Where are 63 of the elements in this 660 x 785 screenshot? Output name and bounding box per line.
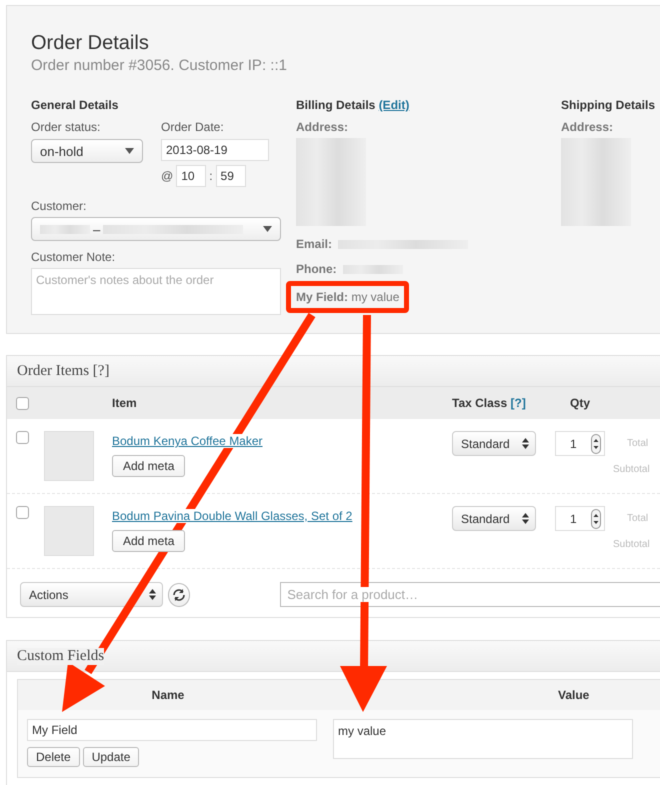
column-header: Item	[112, 396, 138, 410]
time-separator: :	[209, 169, 213, 183]
caret-icon	[125, 148, 134, 154]
panel-title: Custom Fields	[17, 648, 104, 664]
field-name-input[interactable]: My Field	[27, 719, 317, 741]
product-link[interactable]: Bodum Kenya Coffee Maker	[112, 434, 263, 448]
refresh-icon	[172, 588, 186, 602]
section-heading: Shipping Details	[561, 98, 656, 112]
edit-link[interactable]: (Edit)	[378, 98, 410, 112]
email-label: Email:	[296, 237, 332, 251]
checkbox[interactable]	[16, 396, 29, 410]
section-heading: General Details	[31, 98, 120, 112]
subtotal-label: Subtotal	[613, 539, 650, 550]
date-field[interactable]: 2013-08-19	[161, 139, 269, 161]
field-action-button[interactable]: Delete	[27, 747, 80, 767]
total-label: Total	[626, 438, 648, 449]
quantity-field[interactable]: 1	[555, 506, 605, 531]
actions-select[interactable]: Actions	[20, 582, 163, 607]
product-link[interactable]: Bodum Pavina Double Wall Glasses, Set of 2	[112, 509, 352, 523]
product-photo-placeholder	[44, 431, 94, 481]
phone-label: Phone:	[296, 262, 337, 276]
up-down-icon	[522, 513, 529, 524]
subtotal-label: Subtotal	[613, 464, 650, 475]
status-select[interactable]: on-hold	[31, 139, 143, 163]
address-label: Address:	[561, 120, 614, 134]
blurred-block	[342, 264, 403, 274]
customer-select[interactable]: –	[31, 217, 281, 241]
tax-class-select[interactable]: Standard	[452, 506, 536, 531]
add-meta-button[interactable]: Add meta	[112, 455, 186, 477]
column-header: Name	[150, 688, 186, 702]
column-header: Qty	[568, 396, 591, 410]
column-header: Tax Class	[452, 396, 508, 410]
field-label: Customer Note:	[31, 250, 116, 264]
order-subtitle: Order number #3056. Customer IP: ::1	[31, 57, 288, 74]
add-meta-button[interactable]: Add meta	[112, 530, 186, 552]
up-down-icon	[522, 438, 529, 449]
field-label: Customer:	[31, 199, 88, 213]
help-link[interactable]: [?]	[510, 396, 526, 410]
refresh-button[interactable]	[168, 582, 190, 606]
custom-field-text: My Field: my value	[286, 281, 410, 313]
panel-title: Order Items [?]	[17, 362, 110, 380]
product-photo-placeholder	[44, 506, 94, 556]
minute-field[interactable]: 59	[216, 165, 246, 187]
field-value-input[interactable]: my value	[333, 719, 633, 759]
spinner-icon	[591, 434, 601, 454]
tax-class-select[interactable]: Standard	[452, 431, 536, 456]
address-label: Address:	[296, 120, 350, 134]
section-heading: Billing Details (Edit)	[296, 98, 410, 112]
checkbox[interactable]	[16, 506, 29, 519]
field-action-button[interactable]: Update	[82, 747, 140, 767]
panel-title: Order Details	[31, 31, 150, 55]
at-sign: @	[161, 169, 174, 183]
spinner-icon	[591, 508, 601, 528]
caret-icon	[263, 226, 272, 232]
blurred-block	[40, 224, 90, 234]
quantity-field[interactable]: 1	[555, 431, 605, 456]
total-label: Total	[626, 513, 648, 524]
field-label: Order Date:	[161, 120, 225, 134]
checkbox[interactable]	[16, 431, 29, 444]
up-down-icon	[148, 589, 156, 600]
hour-field[interactable]: 10	[176, 165, 206, 187]
field-label: Order status:	[31, 120, 102, 134]
column-header: Value	[558, 688, 590, 702]
